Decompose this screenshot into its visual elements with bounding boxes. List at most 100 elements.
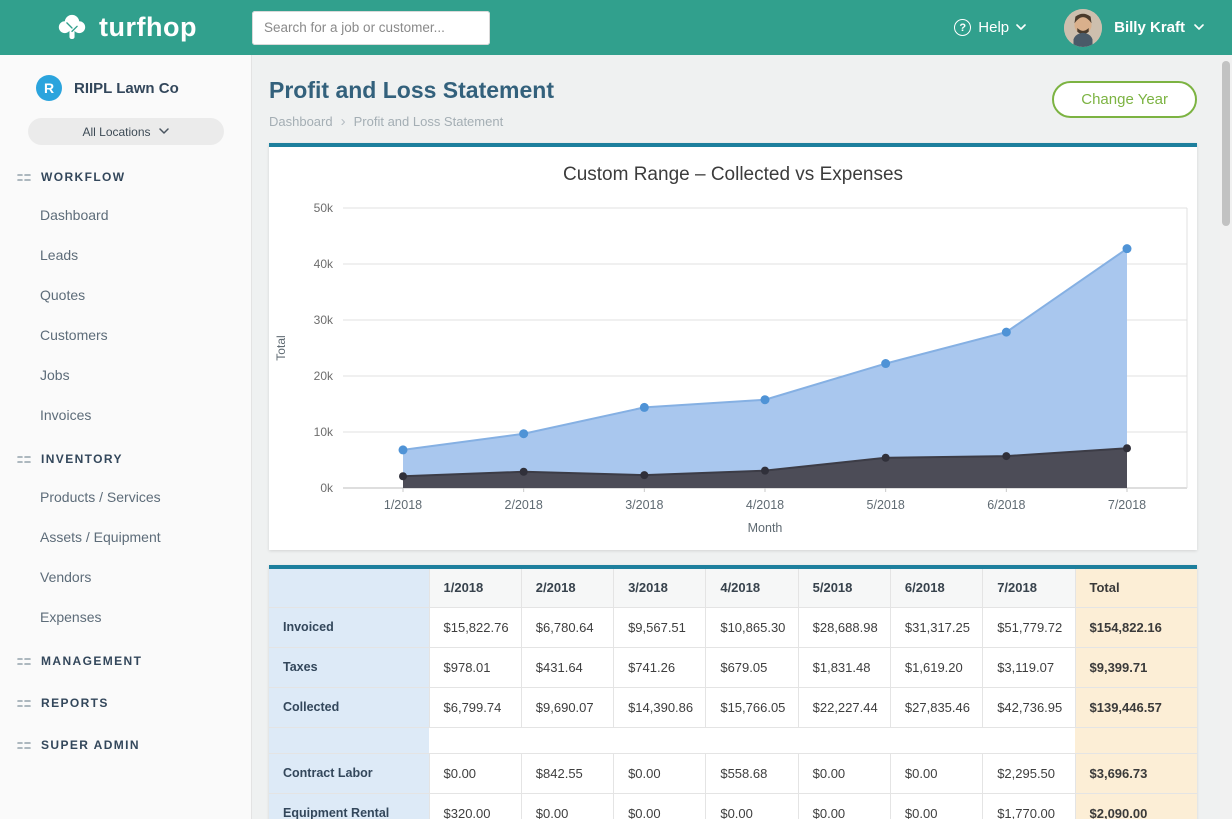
pl-table: 1/20182/20183/20184/20185/20186/20187/20… [269,569,1197,819]
company-row[interactable]: R RIIPL Lawn Co [36,75,251,101]
breadcrumb-separator-icon: › [341,114,346,129]
chart-card: Custom Range – Collected vs Expenses 0k1… [269,143,1197,550]
sidebar-item-vendors[interactable]: Vendors [0,557,251,597]
section-dash-icon [17,741,31,750]
cell: $0.00 [890,753,982,793]
cell: $139,446.57 [1075,687,1197,727]
point-collected [1002,328,1011,337]
table-header-1-2018: 1/2018 [429,569,521,607]
sidebar-item-dashboard[interactable]: Dashboard [0,195,251,235]
cell: $679.05 [706,647,798,687]
cell: $0.00 [614,753,706,793]
x-tick-label: 4/2018 [746,498,784,512]
cell: $741.26 [614,647,706,687]
cell: $15,822.76 [429,607,521,647]
point-expenses [399,472,407,480]
point-collected [761,395,770,404]
row-label: Collected [269,687,429,727]
y-tick-label: 50k [314,201,334,215]
sidebar-item-expenses[interactable]: Expenses [0,597,251,637]
spacer-cell [1075,727,1197,753]
y-tick-label: 40k [314,257,334,271]
sidebar-item-jobs[interactable]: Jobs [0,355,251,395]
point-expenses [1123,444,1131,452]
cell: $6,780.64 [521,607,613,647]
cell: $9,567.51 [614,607,706,647]
cell: $42,736.95 [983,687,1075,727]
help-label: Help [978,19,1009,36]
breadcrumb-dashboard[interactable]: Dashboard [269,114,333,129]
cell: $28,688.98 [798,607,890,647]
spacer-cell [521,727,613,753]
user-menu[interactable]: Billy Kraft [1114,19,1204,36]
cell: $22,227.44 [798,687,890,727]
company-name: RIIPL Lawn Co [74,80,179,97]
sidebar-item-invoices[interactable]: Invoices [0,395,251,435]
search-input[interactable] [252,11,490,45]
point-collected [881,359,890,368]
table-header-2-2018: 2/2018 [521,569,613,607]
sidebar-item-leads[interactable]: Leads [0,235,251,275]
table-card: 1/20182/20183/20184/20185/20186/20187/20… [269,565,1197,819]
chevron-down-icon [1194,24,1204,31]
cell: $1,770.00 [983,793,1075,819]
point-collected [1123,244,1132,253]
table-row: Taxes$978.01$431.64$741.26$679.05$1,831.… [269,647,1197,687]
main-content: Profit and Loss Statement Dashboard › Pr… [252,55,1220,819]
table-header-row: 1/20182/20183/20184/20185/20186/20187/20… [269,569,1197,607]
sidebar-item-assets-equipment[interactable]: Assets / Equipment [0,517,251,557]
table-header-6-2018: 6/2018 [890,569,982,607]
y-axis-label: Total [274,335,288,360]
sidebar-section-label: INVENTORY [41,452,123,466]
topbar: turfhop ? Help Billy Kraft [0,0,1232,55]
table-header-total: Total [1075,569,1197,607]
x-tick-label: 3/2018 [625,498,663,512]
avatar[interactable] [1064,9,1102,47]
breadcrumb: Dashboard › Profit and Loss Statement [269,114,554,129]
section-dash-icon [17,657,31,666]
help-menu[interactable]: ? Help [954,19,1026,36]
table-row: Contract Labor$0.00$842.55$0.00$558.68$0… [269,753,1197,793]
logo-text: turfhop [99,12,197,43]
cell: $27,835.46 [890,687,982,727]
chevron-down-icon [159,128,169,135]
sidebar-section-workflow: WORKFLOW [0,159,251,195]
section-dash-icon [17,455,31,464]
cell: $320.00 [429,793,521,819]
scrollbar-thumb[interactable] [1222,61,1230,226]
change-year-button[interactable]: Change Year [1052,81,1197,118]
spacer-cell [798,727,890,753]
sidebar-section-inventory: INVENTORY [0,441,251,477]
cell: $0.00 [798,793,890,819]
user-name: Billy Kraft [1114,19,1185,36]
sidebar-section-super-admin: SUPER ADMIN [0,727,251,763]
y-tick-label: 20k [314,369,334,383]
cell: $0.00 [706,793,798,819]
table-spacer-row [269,727,1197,753]
cell: $431.64 [521,647,613,687]
cell: $1,619.20 [890,647,982,687]
table-row: Collected$6,799.74$9,690.07$14,390.86$15… [269,687,1197,727]
cell: $6,799.74 [429,687,521,727]
page-scrollbar[interactable] [1220,55,1232,819]
turfhop-logo: turfhop [0,11,252,45]
table-header-3-2018: 3/2018 [614,569,706,607]
point-collected [399,445,408,454]
x-tick-label: 5/2018 [867,498,905,512]
locations-dropdown[interactable]: All Locations [28,118,224,145]
row-label: Invoiced [269,607,429,647]
chevron-down-icon [1016,24,1026,31]
cell: $15,766.05 [706,687,798,727]
cell: $0.00 [798,753,890,793]
cell: $2,090.00 [1075,793,1197,819]
table-row: Equipment Rental$320.00$0.00$0.00$0.00$0… [269,793,1197,819]
point-expenses [520,468,528,476]
sidebar-item-products-services[interactable]: Products / Services [0,477,251,517]
sidebar-item-quotes[interactable]: Quotes [0,275,251,315]
y-tick-label: 0k [320,481,334,495]
point-expenses [1002,452,1010,460]
point-collected [640,403,649,412]
help-icon: ? [954,19,971,36]
cell: $0.00 [614,793,706,819]
sidebar-item-customers[interactable]: Customers [0,315,251,355]
